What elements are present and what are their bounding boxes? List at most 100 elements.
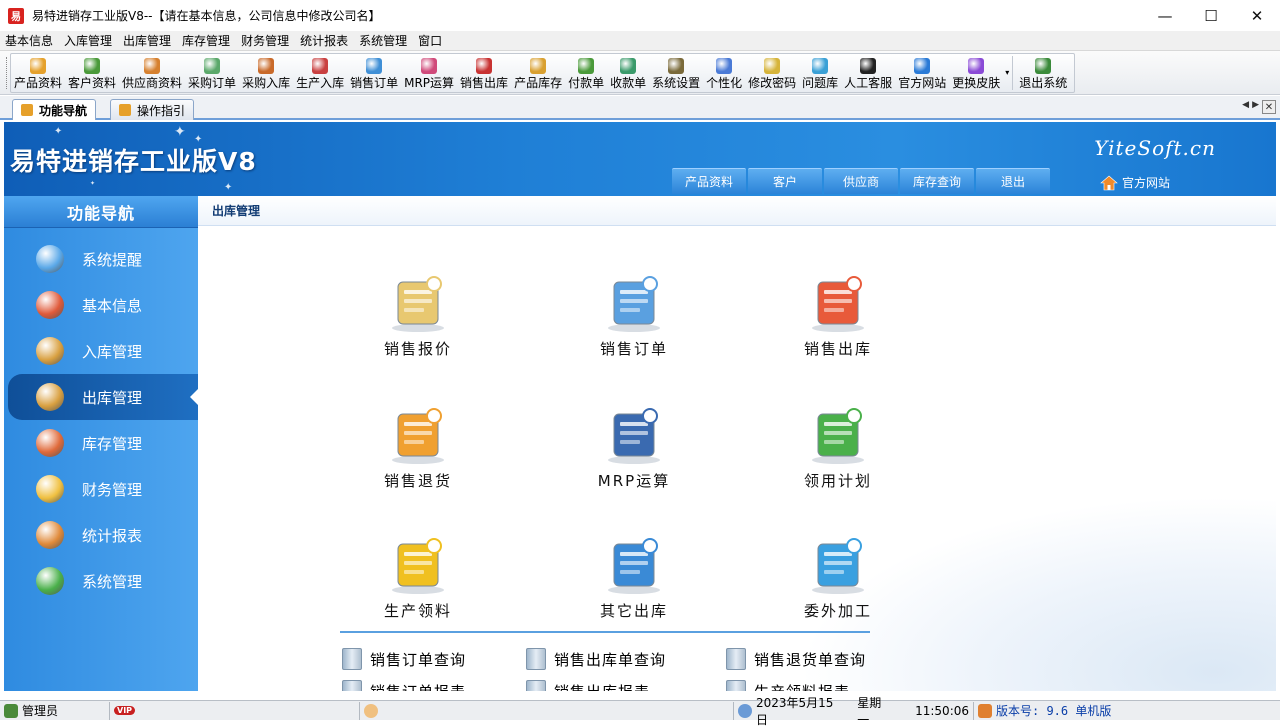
- toolbar-button-19[interactable]: 退出系统: [1016, 54, 1070, 92]
- toolbar-button-label: 收款单: [610, 76, 647, 90]
- toolbar-separator: [1012, 56, 1014, 90]
- sidebar-item-6[interactable]: 统计报表: [4, 512, 198, 558]
- exit-icon: [1035, 58, 1052, 74]
- sidebar-item-label: 入库管理: [82, 342, 143, 361]
- toolbar-button-label: 官方网站: [898, 76, 947, 90]
- users-icon: [4, 703, 18, 718]
- toolbar-button-18[interactable]: 更换皮肤: [949, 54, 1003, 92]
- toolbar-button-label: 系统设置: [652, 76, 701, 90]
- stock-out-box-icon: [36, 383, 64, 411]
- status-vip[interactable]: VIP: [110, 701, 360, 720]
- toolbar-button-3[interactable]: 采购订单: [185, 54, 239, 92]
- toolbar-button-4[interactable]: 采购入库: [239, 54, 293, 92]
- outsourcing-basket-icon: [806, 534, 870, 596]
- toolbar-button-5[interactable]: 生产入库: [293, 54, 347, 92]
- header-nav-suppliers[interactable]: 供应商: [824, 168, 898, 194]
- menu-system[interactable]: 系统管理: [354, 31, 413, 51]
- query-link-2[interactable]: 销售退货单查询: [726, 648, 866, 670]
- function-tile-label: 销售出库: [803, 340, 872, 358]
- report-link-0[interactable]: 销售订单报表: [342, 680, 466, 691]
- tab-operation-guide[interactable]: 操作指引: [110, 99, 195, 120]
- document-stack-icon: [726, 648, 746, 670]
- minimize-button[interactable]: —: [1142, 0, 1188, 31]
- header-nav-customers[interactable]: 客户: [748, 168, 822, 194]
- inventory-icon: [530, 58, 547, 74]
- document-stack-icon: [526, 648, 546, 670]
- sidebar-item-0[interactable]: 系统提醒: [4, 236, 198, 282]
- toolbar-button-11[interactable]: 收款单: [607, 54, 649, 92]
- function-tile-2[interactable]: 销售出库: [768, 272, 908, 359]
- warehouse-icon: [36, 429, 64, 457]
- sidebar-item-2[interactable]: 入库管理: [4, 328, 198, 374]
- tab-label: 操作指引: [137, 103, 186, 118]
- sidebar-item-7[interactable]: 系统管理: [4, 558, 198, 604]
- toolbar-button-17[interactable]: 官方网站: [895, 54, 949, 92]
- sales-order-icon: [602, 272, 666, 334]
- sidebar-item-5[interactable]: 财务管理: [4, 466, 198, 512]
- toolbar-button-2[interactable]: 供应商资料: [119, 54, 185, 92]
- toolbar-button-1[interactable]: 客户资料: [65, 54, 119, 92]
- function-tile-5[interactable]: 领用计划: [768, 404, 908, 491]
- query-link-0[interactable]: 销售订单查询: [342, 648, 466, 670]
- function-tile-8[interactable]: 委外加工: [768, 534, 908, 621]
- header-nav-exit[interactable]: 退出: [976, 168, 1050, 194]
- customer-icon: [84, 58, 101, 74]
- sidebar-item-1[interactable]: 基本信息: [4, 282, 198, 328]
- document-stack-icon: [526, 680, 546, 691]
- status-assistant: [360, 701, 734, 720]
- ie-browser-icon: [914, 58, 931, 74]
- report-link-1[interactable]: 销售出库报表: [526, 680, 650, 691]
- query-link-1[interactable]: 销售出库单查询: [526, 648, 666, 670]
- menu-window[interactable]: 窗口: [413, 31, 448, 51]
- menu-inventory[interactable]: 库存管理: [177, 31, 236, 51]
- menu-stock-out[interactable]: 出库管理: [118, 31, 177, 51]
- header-nav-products[interactable]: 产品资料: [672, 168, 746, 194]
- toolbar-button-15[interactable]: 问题库: [799, 54, 841, 92]
- sidebar-item-4[interactable]: 库存管理: [4, 420, 198, 466]
- toolbar-button-16[interactable]: 人工客服: [841, 54, 895, 92]
- menu-reports[interactable]: 统计报表: [295, 31, 354, 51]
- function-tile-6[interactable]: 生产领料: [348, 534, 488, 621]
- close-button[interactable]: ✕: [1234, 0, 1280, 31]
- toolbar-button-10[interactable]: 付款单: [565, 54, 607, 92]
- report-link-2[interactable]: 生产领料报表: [726, 680, 850, 691]
- globe-icon: [738, 703, 752, 718]
- nav-tab-icon: [21, 104, 33, 116]
- function-tile-label: 销售订单: [599, 340, 668, 358]
- menu-finance[interactable]: 财务管理: [236, 31, 295, 51]
- tab-close-icon[interactable]: ✕: [1262, 100, 1276, 114]
- function-tile-7[interactable]: 其它出库: [564, 534, 704, 621]
- toolbar-grip[interactable]: [6, 57, 9, 89]
- official-site-link[interactable]: 官方网站: [1100, 174, 1170, 191]
- sidebar-item-label: 统计报表: [82, 526, 143, 545]
- toolbar-button-12[interactable]: 系统设置: [649, 54, 703, 92]
- menu-stock-in[interactable]: 入库管理: [59, 31, 118, 51]
- toolbar-button-6[interactable]: 销售订单: [347, 54, 401, 92]
- tab-function-nav[interactable]: 功能导航: [12, 99, 97, 120]
- maximize-button[interactable]: ☐: [1188, 0, 1234, 31]
- toolbar-button-label: 销售出库: [460, 76, 509, 90]
- header-nav-inventory-query[interactable]: 库存查询: [900, 168, 974, 194]
- supplier-icon: [144, 58, 161, 74]
- function-tile-0[interactable]: 销售报价: [348, 272, 488, 359]
- function-tile-3[interactable]: 销售退货: [348, 404, 488, 491]
- function-tile-4[interactable]: MRP运算: [564, 404, 704, 491]
- tab-scroll-left-icon[interactable]: ◀: [1242, 100, 1249, 114]
- toolbar-button-9[interactable]: 产品库存: [511, 54, 565, 92]
- toolbar-button-8[interactable]: 销售出库: [457, 54, 511, 92]
- toolbar-button-13[interactable]: 个性化: [703, 54, 745, 92]
- toolbar-button-14[interactable]: 修改密码: [745, 54, 799, 92]
- sidebar-item-3[interactable]: 出库管理: [8, 374, 198, 420]
- toolbar-button-label: MRP运算: [404, 76, 455, 90]
- faq-icon: [812, 58, 829, 74]
- tab-scroll-right-icon[interactable]: ▶: [1252, 100, 1259, 114]
- toolbar-button-0[interactable]: 产品资料: [11, 54, 65, 92]
- query-link-label: 销售订单查询: [370, 650, 467, 669]
- sparkle-icon: ✦: [224, 182, 233, 193]
- info-icon: [36, 245, 64, 273]
- toolbar-overflow-icon[interactable]: ▾: [1005, 68, 1009, 77]
- title-bar: 易 易特进销存工业版V8--【请在基本信息，公司信息中修改公司名】 — ☐ ✕: [0, 0, 1280, 31]
- toolbar-button-7[interactable]: MRP运算: [401, 54, 457, 92]
- menu-basic-info[interactable]: 基本信息: [0, 31, 59, 51]
- function-tile-1[interactable]: 销售订单: [564, 272, 704, 359]
